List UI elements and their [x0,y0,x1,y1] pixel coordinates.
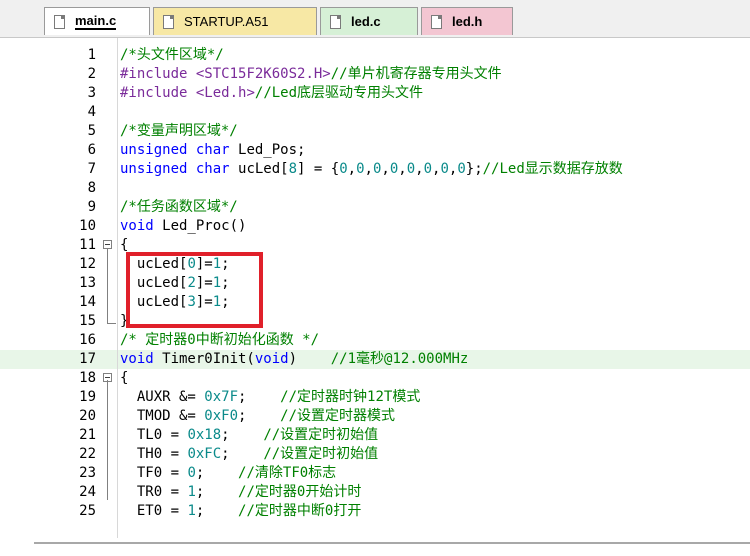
code-line[interactable]: 6 unsigned char Led_Pos; [0,141,750,160]
red-highlight-box [126,252,263,328]
code-line[interactable]: 21 TL0 = 0x18; //设置定时初始值 [0,426,750,445]
tab-main-c[interactable]: main.c [44,7,150,35]
code-text: TH0 = 0xFC; //设置定时初始值 [120,446,379,462]
line-number: 2 [87,66,96,82]
line-number: 9 [87,199,96,215]
file-icon [163,14,174,29]
code-line[interactable]: 23 TF0 = 0; //清除TF0标志 [0,464,750,483]
line-number: 16 [79,332,96,348]
line-number: 19 [79,389,96,405]
code-text: /*变量声明区域*/ [120,123,238,139]
code-line[interactable]: 9 /*任务函数区域*/ [0,198,750,217]
gutter-divider [117,38,118,538]
line-number: 17 [79,351,96,367]
code-line[interactable]: 12 ucLed[0]=1; [0,255,750,274]
line-number: 15 [79,313,96,329]
line-number: 8 [87,180,96,196]
code-line[interactable]: 10 void Led_Proc() [0,217,750,236]
tab-label: led.c [351,14,381,29]
line-number: 18 [79,370,96,386]
code-text: /* 定时器0中断初始化函数 */ [120,332,320,348]
line-number: 11 [79,237,96,253]
fold-guide-end [107,323,116,324]
code-editor[interactable]: 1 /*头文件区域*/ 2 #include <STC15F2K60S2.H>//单片… [0,38,750,538]
line-number: 1 [87,47,96,63]
code-text: unsigned char ucLed[8] = {0,0,0,0,0,0,0,… [120,161,623,177]
tab-label: main.c [75,13,117,30]
code-text: unsigned char Led_Pos; [120,142,306,158]
code-line[interactable]: 19 AUXR &= 0x7F; //定时器时钟12T模式 [0,388,750,407]
code-line[interactable]: 20 TMOD &= 0xF0; //设置定时器模式 [0,407,750,426]
ide-window: main.c STARTUP.A51 led.c led.h 1 /*头文件区域*… [0,0,750,556]
file-icon [330,14,341,29]
code-text: AUXR &= 0x7F; //定时器时钟12T模式 [120,389,421,405]
tab-led-c[interactable]: led.c [320,7,418,35]
file-tab-bar: main.c STARTUP.A51 led.c led.h [0,0,750,38]
code-text: #include <STC15F2K60S2.H>//单片机寄存器专用头文件 [120,66,502,82]
code-line[interactable]: 7 unsigned char ucLed[8] = {0,0,0,0,0,0,0… [0,160,750,179]
file-icon [431,14,442,29]
code-text: TF0 = 0; //清除TF0标志 [120,465,337,481]
code-line[interactable]: 2 #include <STC15F2K60S2.H>//单片机寄存器专用头文件 [0,65,750,84]
code-line[interactable]: 18 { [0,369,750,388]
line-number: 20 [79,408,96,424]
code-text: /*任务函数区域*/ [120,199,238,215]
line-number: 5 [87,123,96,139]
tab-label: led.h [452,14,483,29]
line-number: 4 [87,104,96,120]
code-text: /*头文件区域*/ [120,47,224,63]
line-number: 7 [87,161,96,177]
line-number: 12 [79,256,96,272]
code-line[interactable]: 15} [0,312,750,331]
line-number: 23 [79,465,96,481]
line-number: 6 [87,142,96,158]
line-number: 3 [87,85,96,101]
code-line[interactable]: 1 /*头文件区域*/ [0,46,750,65]
horizontal-scrollbar[interactable] [34,542,750,544]
code-line[interactable]: 11{ [0,236,750,255]
code-line[interactable]: 22 TH0 = 0xFC; //设置定时初始值 [0,445,750,464]
code-line[interactable]: 8 [0,179,750,198]
line-number: 10 [79,218,96,234]
code-text: void Timer0Init(void) //1毫秒@12.000MHz [120,351,469,367]
line-number: 21 [79,427,96,443]
code-text: void Led_Proc() [120,218,247,234]
line-number: 22 [79,446,96,462]
code-line[interactable]: 25 ET0 = 1; //定时器中断0打开 [0,502,750,521]
line-number: 25 [79,503,96,519]
code-line[interactable]: 16 /* 定时器0中断初始化函数 */ [0,331,750,350]
code-text: TR0 = 1; //定时器0开始计时 [120,484,362,500]
code-line[interactable]: 3 #include <Led.h>//Led底层驱动专用头文件 [0,84,750,103]
code-text: ET0 = 1; //定时器中断0打开 [120,503,362,519]
tab-startup-a51[interactable]: STARTUP.A51 [153,7,317,35]
fold-guide [107,248,108,324]
line-number: 13 [79,275,96,291]
code-line[interactable]: 4 [0,103,750,122]
code-line[interactable]: 13 ucLed[2]=1; [0,274,750,293]
code-line[interactable]: 14 ucLed[3]=1; [0,293,750,312]
code-text: TL0 = 0x18; //设置定时初始值 [120,427,379,443]
fold-guide [107,380,108,500]
code-line[interactable]: 17 void Timer0Init(void) //1毫秒@12.000MHz [0,350,750,369]
code-text: TMOD &= 0xF0; //设置定时器模式 [120,408,396,424]
code-text: #include <Led.h>//Led底层驱动专用头文件 [120,85,424,101]
tab-led-h[interactable]: led.h [421,7,513,35]
line-number: 24 [79,484,96,500]
code-line[interactable]: 24 TR0 = 1; //定时器0开始计时 [0,483,750,502]
code-text: { [120,370,129,386]
file-icon [54,14,65,29]
line-number: 14 [79,294,96,310]
code-line[interactable]: 5 /*变量声明区域*/ [0,122,750,141]
tab-label: STARTUP.A51 [184,14,269,29]
